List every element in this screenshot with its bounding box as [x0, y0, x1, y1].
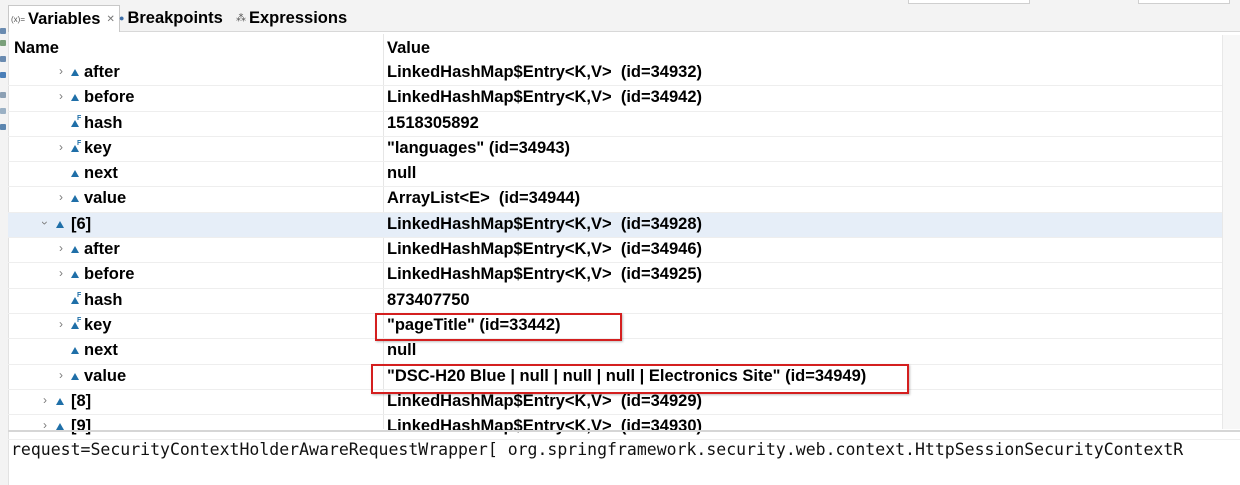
variable-name: next — [84, 341, 118, 360]
field-icon — [70, 66, 80, 78]
column-header: Name Value — [8, 37, 1240, 61]
toolbar-icon[interactable] — [0, 40, 6, 46]
variable-value: LinkedHashMap$Entry<K,V> (id=34932) — [387, 63, 702, 81]
variable-name: before — [84, 265, 135, 284]
close-icon[interactable]: ✕ — [106, 14, 114, 25]
final-field-icon: F — [70, 317, 81, 331]
expressions-icon: ⁂ — [236, 12, 246, 24]
column-value-header[interactable]: Value — [387, 39, 430, 58]
tree-row[interactable]: › F key "pageTitle" (id=33442) — [8, 314, 1240, 340]
variable-value: LinkedHashMap$Entry<K,V> (id=34925) — [387, 265, 702, 284]
tree-row[interactable]: › after LinkedHashMap$Entry<K,V> (id=349… — [8, 238, 1240, 264]
highlight-box-value — [371, 364, 909, 394]
field-icon — [55, 395, 65, 407]
field-icon — [70, 167, 80, 179]
variable-value: 1518305892 — [387, 113, 479, 132]
tab-breakpoints[interactable]: ● Breakpoints — [119, 6, 223, 30]
chevron-right-icon[interactable]: › — [56, 64, 66, 78]
detail-pane-divider[interactable] — [8, 430, 1240, 432]
variable-name: key — [84, 138, 112, 157]
tree-row[interactable]: next null — [8, 162, 1240, 188]
variable-name: after — [84, 63, 120, 81]
chevron-right-icon[interactable]: › — [56, 266, 66, 280]
variable-name: value — [84, 366, 127, 385]
tab-label: Variables — [28, 9, 101, 28]
window-edge — [908, 0, 1030, 4]
breakpoints-icon: ● — [119, 13, 125, 23]
final-field-icon: F — [70, 115, 81, 129]
variables-icon: (x)= — [11, 14, 25, 24]
variable-name: [6] — [71, 214, 92, 233]
detail-pane-text[interactable]: request=SecurityContextHolderAwareReques… — [11, 440, 1183, 459]
field-icon — [70, 91, 80, 103]
field-icon — [70, 344, 80, 356]
variable-value: "languages" (id=34943) — [387, 138, 571, 157]
window-edge — [1138, 0, 1230, 4]
field-icon — [70, 192, 80, 204]
toolbar-icon[interactable] — [0, 92, 6, 98]
toolbar-icon[interactable] — [0, 124, 6, 130]
tab-variables[interactable]: (x)= Variables ✕ — [8, 5, 120, 32]
final-field-icon: F — [70, 292, 81, 306]
variable-name: hash — [84, 113, 123, 132]
variable-value: ArrayList<E> (id=34944) — [387, 189, 581, 208]
tree-row[interactable]: › [9] LinkedHashMap$Entry<K,V> (id=34930… — [8, 415, 1240, 441]
variable-name: before — [84, 88, 135, 107]
variable-name: [8] — [71, 391, 92, 410]
tree-row[interactable]: › before LinkedHashMap$Entry<K,V> (id=34… — [8, 86, 1240, 112]
tab-label: Expressions — [249, 8, 348, 27]
field-icon — [70, 243, 80, 255]
variable-name: hash — [84, 290, 123, 309]
variable-name: key — [84, 315, 112, 334]
variable-name: value — [84, 189, 127, 208]
variable-value: LinkedHashMap$Entry<K,V> (id=34928) — [387, 214, 702, 233]
tree-row-selected[interactable]: › [6] LinkedHashMap$Entry<K,V> (id=34928… — [8, 212, 1240, 239]
tree-row[interactable]: F hash 873407750 — [8, 289, 1240, 314]
variable-value: LinkedHashMap$Entry<K,V> (id=34942) — [387, 88, 702, 107]
chevron-right-icon[interactable]: › — [56, 140, 66, 154]
tree-row[interactable]: next null — [8, 339, 1240, 365]
variable-name: after — [84, 240, 120, 259]
chevron-right-icon[interactable]: › — [56, 368, 66, 382]
tree-row[interactable]: › after LinkedHashMap$Entry<K,V> (id=349… — [8, 61, 1240, 87]
tab-label: Breakpoints — [127, 8, 223, 27]
final-field-icon: F — [70, 140, 81, 154]
variable-value: LinkedHashMap$Entry<K,V> (id=34946) — [387, 240, 702, 259]
variable-value: 873407750 — [387, 290, 470, 309]
chevron-right-icon[interactable]: › — [40, 393, 50, 407]
toolbar-icon[interactable] — [0, 28, 6, 34]
field-icon — [70, 370, 80, 382]
tree-row[interactable]: › before LinkedHashMap$Entry<K,V> (id=34… — [8, 263, 1240, 289]
chevron-right-icon[interactable]: › — [56, 317, 66, 331]
variable-name: next — [84, 164, 118, 183]
column-name-header[interactable]: Name — [14, 39, 59, 58]
toolbar-icon[interactable] — [0, 72, 6, 78]
vertical-scrollbar[interactable] — [1222, 35, 1240, 429]
variable-value: null — [387, 164, 417, 183]
variable-value: LinkedHashMap$Entry<K,V> (id=34929) — [387, 391, 702, 410]
tree-row[interactable]: › F key "languages" (id=34943) — [8, 137, 1240, 163]
field-icon — [55, 218, 65, 230]
chevron-right-icon[interactable]: › — [56, 241, 66, 255]
chevron-right-icon[interactable]: › — [56, 89, 66, 103]
tree-row[interactable]: › value ArrayList<E> (id=34944) — [8, 187, 1240, 213]
highlight-box-key — [375, 313, 622, 341]
variable-value: LinkedHashMap$Entry<K,V> (id=34930) — [387, 417, 702, 436]
tab-expressions[interactable]: ⁂ Expressions — [236, 6, 347, 30]
chevron-right-icon[interactable]: › — [56, 190, 66, 204]
field-icon — [70, 268, 80, 280]
toolbar-icon[interactable] — [0, 56, 6, 62]
toolbar-icon[interactable] — [0, 108, 6, 114]
variable-name: [9] — [71, 417, 92, 436]
variable-value: null — [387, 341, 417, 360]
chevron-down-icon[interactable]: › — [38, 218, 52, 228]
tree-row[interactable]: F hash 1518305892 — [8, 112, 1240, 137]
